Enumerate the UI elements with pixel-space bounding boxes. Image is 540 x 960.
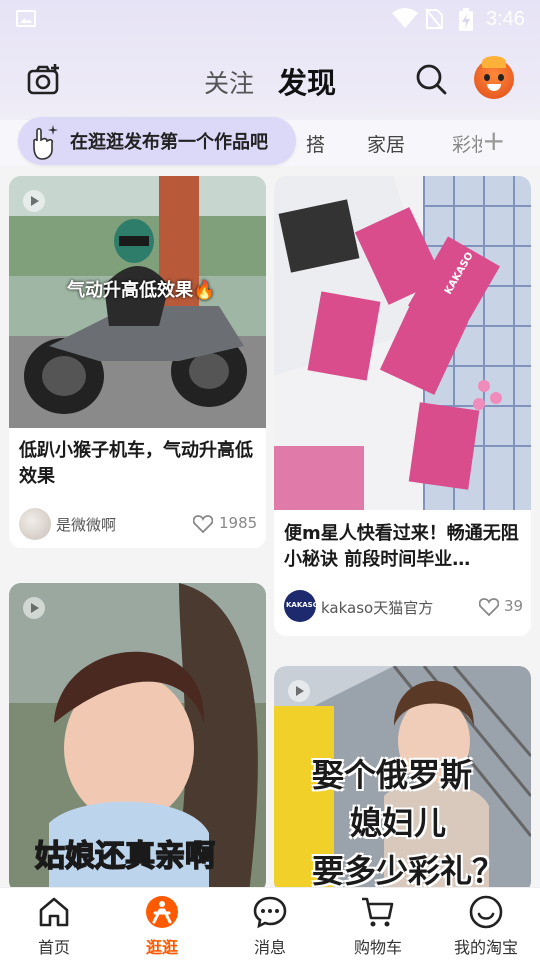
video-badge-icon — [288, 680, 310, 702]
like-count: 39 — [504, 597, 524, 615]
add-category-button[interactable]: + — [482, 124, 505, 157]
bottom-nav: 首页 逛逛 消息 购物车 我的淘宝 — [0, 887, 540, 960]
search-icon[interactable] — [414, 62, 448, 96]
nav-label: 逛逛 — [145, 938, 178, 957]
category-tab-makeup[interactable]: 彩妆 — [452, 130, 482, 157]
author-avatar-badge: KAKASO — [286, 601, 319, 609]
heart-icon[interactable] — [193, 515, 213, 533]
product-photo — [274, 176, 531, 510]
nav-label: 消息 — [253, 938, 286, 957]
card-overlay-caption: 气动升高低效果🔥 — [67, 280, 216, 301]
nav-label: 购物车 — [353, 938, 402, 957]
tab-discover[interactable]: 发现 — [278, 60, 336, 102]
nav-cart[interactable]: 购物车 — [338, 888, 418, 960]
motorcycle-photo — [9, 176, 266, 428]
nav-label: 首页 — [37, 938, 70, 957]
category-tab-home[interactable]: 家居 — [367, 130, 405, 157]
nav-guangguang[interactable]: 逛逛 — [122, 888, 202, 960]
heart-icon[interactable] — [479, 598, 499, 616]
tab-follow[interactable]: 关注 — [204, 64, 254, 100]
author-avatar — [19, 508, 51, 540]
feed-card[interactable]: KAKASO 便m星人快看过来！畅通无阻小秘诀 前段时间毕业… KAKASO k… — [274, 176, 531, 636]
guangguang-icon — [146, 896, 178, 928]
nav-label: 我的淘宝 — [453, 938, 518, 957]
card-image: KAKASO — [274, 176, 531, 510]
home-icon — [39, 897, 69, 927]
like-count: 1985 — [219, 514, 258, 532]
profile-icon — [469, 895, 503, 929]
feed-card[interactable]: 娶个俄罗斯 媳妇儿 要多少彩礼？ — [274, 666, 531, 893]
video-badge-icon — [23, 597, 45, 619]
message-icon — [253, 896, 287, 929]
card-overlay-line-2: 媳妇儿 — [350, 804, 447, 842]
nav-home[interactable]: 首页 — [14, 888, 94, 960]
cart-icon — [362, 897, 394, 927]
pointing-hand-icon — [33, 125, 58, 160]
feed-card[interactable]: 气动升高低效果🔥 低趴小猴子机车，气动升高低效果 是微微啊 1985 — [9, 176, 266, 548]
image-notification-icon — [16, 10, 36, 27]
author-name: kakaso天猫官方 — [321, 599, 434, 617]
feed-card[interactable]: 姑娘还真亲啊 — [9, 583, 266, 893]
card-title: 便m星人快看过来！畅通无阻小秘诀 前段时间毕业… — [284, 523, 519, 570]
user-avatar[interactable] — [474, 56, 514, 99]
card-overlay-caption: 姑娘还真亲啊 — [34, 838, 216, 875]
no-sim-icon — [425, 8, 443, 30]
wifi-icon — [392, 8, 418, 28]
publish-tip-text: 在逛逛发布第一个作品吧 — [70, 132, 268, 153]
nav-messages[interactable]: 消息 — [230, 888, 310, 960]
card-overlay-line-3: 要多少彩礼？ — [312, 852, 505, 890]
status-bar: 3:46 — [0, 0, 540, 38]
card-overlay-line-1: 娶个俄罗斯 — [312, 756, 473, 794]
battery-charging-icon — [459, 8, 473, 31]
top-header: 关注 发现 — [0, 50, 540, 110]
card-image: 娶个俄罗斯 媳妇儿 要多少彩礼？ — [274, 666, 531, 893]
card-image: 气动升高低效果🔥 — [9, 176, 266, 428]
camera-plus-icon[interactable] — [26, 62, 62, 98]
card-image: 姑娘还真亲啊 — [9, 583, 266, 893]
publish-tip-bubble[interactable]: 在逛逛发布第一个作品吧 — [18, 117, 296, 165]
nav-my-taobao[interactable]: 我的淘宝 — [446, 888, 526, 960]
video-badge-icon — [23, 190, 45, 212]
category-tab-partial[interactable]: 搭 — [306, 130, 324, 157]
card-title: 低趴小猴子机车，气动升高低效果 — [19, 440, 253, 487]
author-name: 是微微啊 — [56, 516, 117, 534]
status-time: 3:46 — [486, 8, 525, 30]
